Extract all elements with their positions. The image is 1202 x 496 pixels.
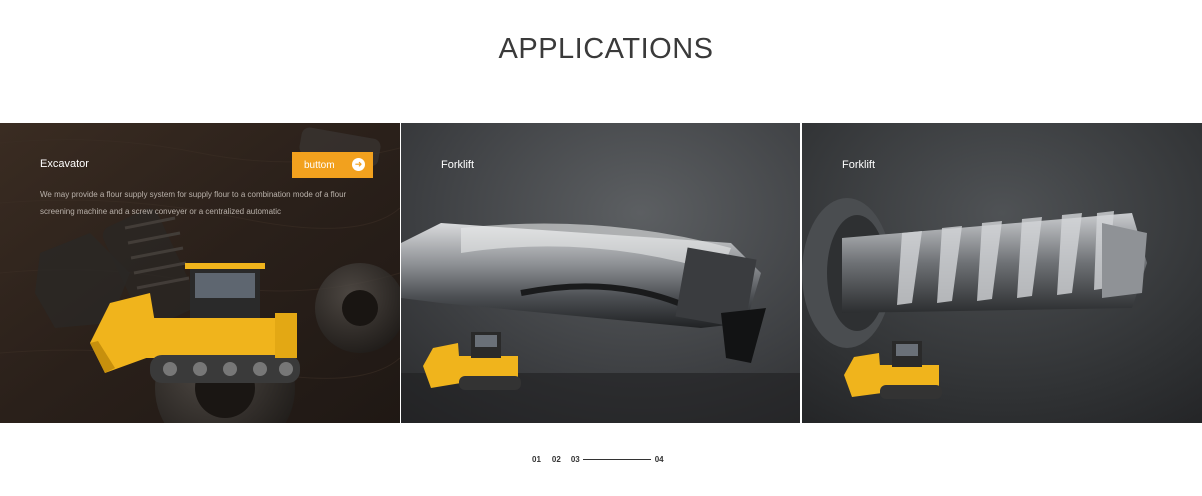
page-04[interactable]: 04: [655, 455, 664, 464]
card-title: Forklift: [842, 159, 875, 171]
more-button[interactable]: buttom ➜: [292, 152, 373, 178]
page-02[interactable]: 02: [552, 455, 561, 464]
card-description: We may provide a flour supply system for…: [40, 190, 347, 216]
page-01[interactable]: 01: [532, 455, 541, 464]
application-card-excavator[interactable]: Excavator buttom ➜ We may provide a flou…: [0, 123, 400, 423]
section-title: APPLICATIONS: [498, 33, 714, 65]
carousel-pagination: 01 02 03 04: [532, 453, 664, 465]
more-button-label: buttom: [304, 159, 335, 171]
application-card-forklift-1[interactable]: Forklift: [401, 123, 800, 423]
applications-carousel: Excavator buttom ➜ We may provide a flou…: [0, 123, 1202, 423]
card-title: Excavator: [40, 158, 89, 170]
page-03[interactable]: 03: [571, 455, 580, 464]
arrow-right-circle-icon: ➜: [352, 158, 365, 171]
card-title: Forklift: [441, 159, 474, 171]
active-page-indicator: [582, 458, 651, 460]
application-card-forklift-2[interactable]: Forklift: [802, 123, 1202, 423]
